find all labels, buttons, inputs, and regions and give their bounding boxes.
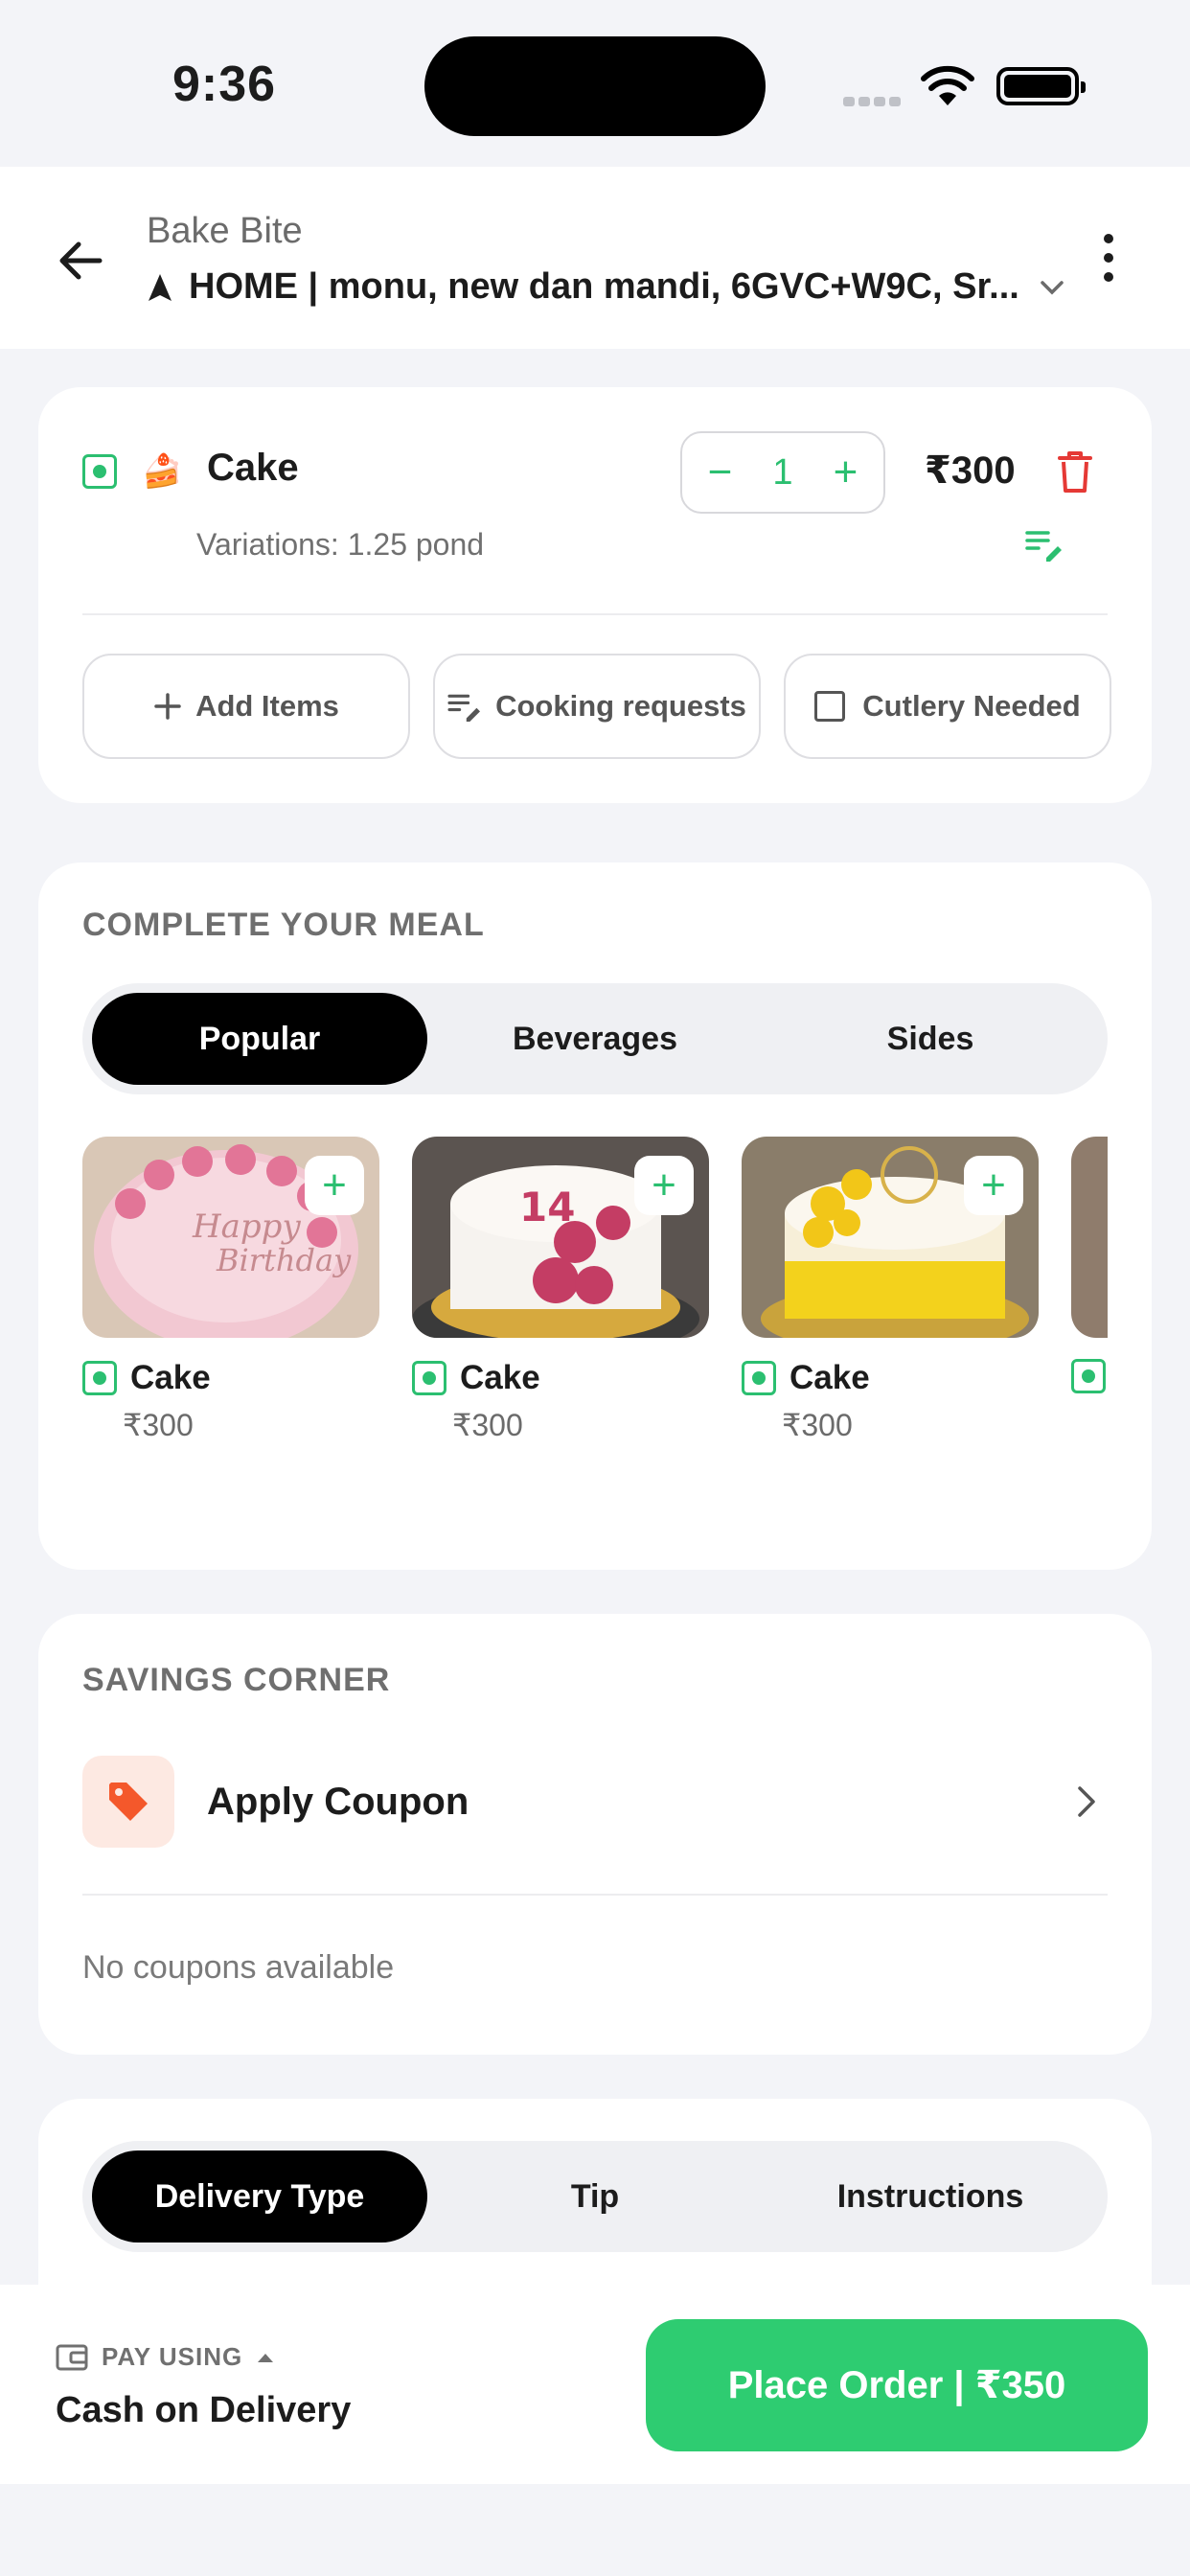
recommended-item[interactable] (1071, 1137, 1108, 1393)
add-items-button[interactable]: Add Items (82, 654, 410, 759)
cake-image: + (742, 1137, 1039, 1338)
coupon-tag-icon (82, 1756, 174, 1848)
store-name: Bake Bite (147, 211, 303, 251)
more-options-icon[interactable] (1097, 234, 1120, 288)
tab-popular[interactable]: Popular (92, 993, 427, 1085)
checkout-bar: PAY USING Cash on Delivery Place Order |… (0, 2285, 1190, 2484)
cake-image: 14 + (412, 1137, 709, 1338)
meal-category-tabs: Popular Beverages Sides (82, 983, 1108, 1094)
cellular-signal-icon (843, 94, 904, 111)
recommended-item[interactable]: 14 + Cake ₹300 (412, 1137, 709, 1443)
recommended-items: Happy Birthday + Cake ₹300 14 + Cake ₹30… (82, 1137, 1108, 1462)
veg-indicator-icon (82, 454, 117, 489)
veg-indicator-icon (742, 1361, 776, 1395)
quantity-value: 1 (772, 451, 793, 493)
cake-thumbnail-icon: 🍰 (142, 453, 183, 490)
wifi-icon (921, 65, 974, 105)
cake-image (1071, 1137, 1108, 1338)
tab-sides[interactable]: Sides (763, 993, 1098, 1085)
edit-notes-icon (447, 691, 482, 722)
tab-instructions[interactable]: Instructions (763, 2150, 1098, 2242)
edit-notes-icon[interactable] (1025, 527, 1064, 562)
place-order-button[interactable]: Place Order | ₹350 (646, 2319, 1148, 2451)
divider (82, 613, 1108, 615)
recommended-item[interactable]: + Cake ₹300 (742, 1137, 1039, 1443)
svg-text:14: 14 (519, 1184, 575, 1230)
payment-selector[interactable]: PAY USING (56, 2342, 275, 2372)
cutlery-needed-checkbox[interactable]: Cutlery Needed (784, 654, 1111, 759)
recommended-item-name: Cake (790, 1359, 870, 1396)
veg-indicator-icon (1071, 1359, 1106, 1393)
divider (82, 1894, 1108, 1896)
cart-item-price: ₹300 (925, 449, 1016, 492)
cart-card: 🍰 Cake − 1 + ₹300 Variations: 1.25 pond … (38, 387, 1152, 803)
no-coupons-text: No coupons available (82, 1949, 395, 1986)
recommended-item-price: ₹300 (782, 1408, 853, 1442)
dynamic-island (424, 36, 766, 136)
add-item-button[interactable]: + (964, 1156, 1023, 1215)
plus-icon (153, 692, 182, 721)
svg-text:Happy: Happy (192, 1208, 301, 1246)
recommended-item-name: Cake (130, 1359, 211, 1396)
recommended-item-price: ₹300 (123, 1408, 194, 1442)
decrease-quantity-button[interactable]: − (697, 451, 743, 494)
home-indicator-area (0, 2484, 1190, 2576)
apply-coupon-label: Apply Coupon (207, 1780, 469, 1823)
recommended-item[interactable]: Happy Birthday + Cake ₹300 (82, 1137, 379, 1443)
chevron-right-icon (1078, 1786, 1095, 1817)
pay-using-label: PAY USING (102, 2342, 243, 2371)
recommended-item-price: ₹300 (452, 1408, 523, 1442)
tab-delivery-type[interactable]: Delivery Type (92, 2150, 427, 2242)
add-item-button[interactable]: + (634, 1156, 694, 1215)
cooking-requests-button[interactable]: Cooking requests (433, 654, 761, 759)
wallet-icon (56, 2344, 88, 2370)
payment-method[interactable]: Cash on Delivery (56, 2390, 351, 2431)
header: Bake Bite HOME | monu, new dan mandi, 6G… (0, 167, 1190, 349)
cart-item-name: Cake (207, 447, 299, 489)
address-selector[interactable]: HOME | monu, new dan mandi, 6GVC+W9C, Sr… (147, 266, 1065, 308)
add-items-label: Add Items (195, 689, 339, 723)
delete-icon[interactable] (1054, 448, 1096, 494)
checkbox-icon (814, 691, 846, 722)
cart-actions: Add Items Cooking requests Cutlery Neede… (82, 654, 1111, 759)
tab-tip[interactable]: Tip (427, 2150, 763, 2242)
veg-indicator-icon (82, 1361, 117, 1395)
chevron-down-icon (1041, 280, 1064, 294)
delivery-address: HOME | monu, new dan mandi, 6GVC+W9C, Sr… (189, 266, 1019, 307)
apply-coupon-row[interactable]: Apply Coupon (82, 1756, 1108, 1848)
back-arrow-icon[interactable] (54, 234, 107, 288)
battery-icon (996, 67, 1086, 105)
status-time: 9:36 (172, 57, 277, 112)
cutlery-needed-label: Cutlery Needed (862, 689, 1081, 723)
tab-beverages[interactable]: Beverages (427, 993, 763, 1085)
order-options-tabs: Delivery Type Tip Instructions (82, 2141, 1108, 2252)
complete-meal-card: COMPLETE YOUR MEAL Popular Beverages Sid… (38, 862, 1152, 1570)
svg-text:Birthday: Birthday (216, 1242, 352, 1278)
status-bar: 9:36 (0, 0, 1190, 167)
recommended-item-name: Cake (460, 1359, 540, 1396)
add-item-button[interactable]: + (305, 1156, 364, 1215)
quantity-stepper: − 1 + (680, 431, 885, 514)
cooking-requests-label: Cooking requests (495, 689, 746, 723)
caret-up-icon (258, 2353, 274, 2362)
section-title: COMPLETE YOUR MEAL (82, 907, 485, 943)
savings-corner-card: SAVINGS CORNER Apply Coupon No coupons a… (38, 1614, 1152, 2055)
section-title: SAVINGS CORNER (82, 1662, 391, 1698)
item-variations: Variations: 1.25 pond (196, 527, 485, 562)
navigation-arrow-icon (149, 273, 172, 301)
increase-quantity-button[interactable]: + (823, 451, 869, 494)
veg-indicator-icon (412, 1361, 446, 1395)
cake-image: Happy Birthday + (82, 1137, 379, 1338)
